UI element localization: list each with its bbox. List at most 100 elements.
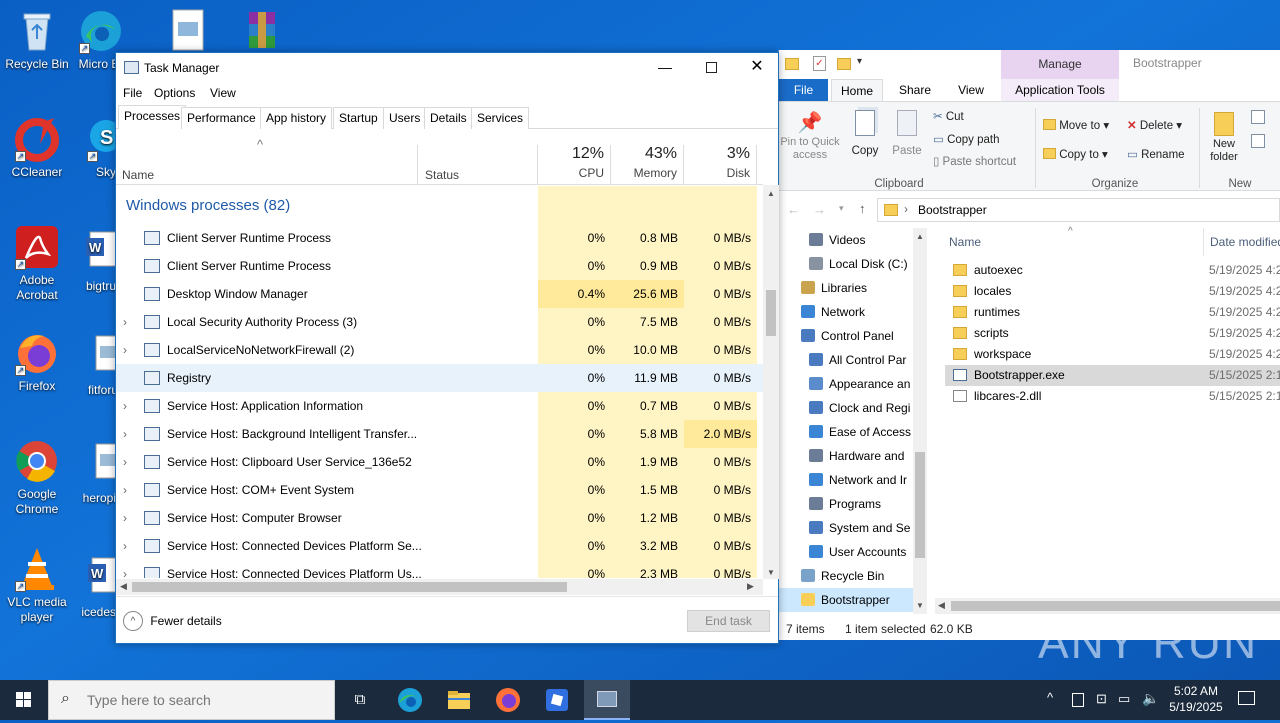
file-row[interactable]: locales 5/19/2025 4:2 (945, 281, 1280, 302)
column-header-date[interactable]: Date modified (1210, 235, 1280, 249)
desktop-icon-chrome[interactable]: Google Chrome (1, 438, 73, 517)
copy-button[interactable]: Copy (845, 110, 885, 157)
column-header-disk[interactable]: 3% Disk (684, 145, 757, 185)
process-row[interactable]: › Service Host: Connected Devices Platfor… (116, 560, 763, 578)
process-row[interactable]: › Service Host: Application Information 0%… (116, 392, 763, 420)
search-box[interactable]: ⌕ (48, 680, 335, 720)
desktop-icon-vlc[interactable]: ↗ VLC media player (1, 546, 73, 625)
task-manager-taskbar-button[interactable] (584, 680, 630, 720)
desktop-icon-bigtru[interactable]: W bigtru (78, 230, 116, 294)
expand-chevron-icon[interactable]: › (123, 560, 127, 578)
files-scroll-thumb[interactable] (951, 601, 1280, 611)
easy-access-icon[interactable] (1251, 134, 1265, 148)
tab-performance[interactable]: Performance (181, 107, 262, 129)
file-row[interactable]: autoexec 5/19/2025 4:2 (945, 260, 1280, 281)
menu-view[interactable]: View (210, 83, 236, 103)
expand-chevron-icon[interactable]: › (123, 308, 127, 336)
device-icon[interactable]: ⊡ (1096, 691, 1107, 707)
expand-chevron-icon[interactable]: › (123, 420, 127, 448)
column-header-cpu[interactable]: 12% CPU (538, 145, 611, 185)
network-icon[interactable]: ▭ (1118, 691, 1130, 707)
expand-chevron-icon[interactable]: › (123, 392, 127, 420)
move-to-button[interactable]: Move to ▾ (1043, 118, 1109, 132)
process-row[interactable]: › Service Host: Background Intelligent Tr… (116, 420, 763, 448)
search-input[interactable] (87, 690, 317, 710)
process-row[interactable]: Registry 0% 11.9 MB 0 MB/s (116, 364, 763, 392)
battery-icon[interactable] (1072, 693, 1084, 707)
address-bar[interactable]: › Bootstrapper (877, 198, 1280, 222)
expand-chevron-icon[interactable]: › (123, 476, 127, 504)
tab-home[interactable]: Home (831, 79, 883, 101)
recent-locations-icon[interactable]: ▾ (839, 203, 844, 214)
file-row[interactable]: scripts 5/19/2025 4:2 (945, 323, 1280, 344)
expand-chevron-icon[interactable]: › (123, 504, 127, 532)
file-row[interactable]: libcares-2.dll 5/15/2025 2:1 (945, 386, 1280, 407)
desktop-icon-recycle-bin[interactable]: Recycle Bin (1, 8, 73, 72)
customize-quick-access-icon[interactable]: ▾ (857, 56, 862, 67)
maximize-button[interactable] (688, 55, 734, 81)
up-icon[interactable]: ↑ (859, 201, 866, 216)
desktop-icon-winrar[interactable] (226, 8, 298, 57)
desktop-icon-firefox[interactable]: ↗ Firefox (1, 330, 73, 394)
new-folder-button[interactable]: New folder (1203, 110, 1245, 164)
tab-startup[interactable]: Startup (333, 107, 384, 129)
minimize-button[interactable]: — (642, 55, 688, 81)
scroll-thumb[interactable] (766, 290, 776, 336)
file-explorer-taskbar-icon[interactable] (445, 686, 473, 714)
pin-quick-access-button[interactable]: 📌 Pin to Quick access (779, 110, 841, 162)
cut-button[interactable]: ✂ Cut (933, 109, 964, 123)
paste-button[interactable]: Paste (887, 110, 927, 157)
desktop-icon-acrobat[interactable]: ↗ Adobe Acrobat (1, 224, 73, 303)
desktop-icon-ccleaner[interactable]: ↗ CCleaner (1, 116, 73, 180)
column-header-name[interactable]: Name (116, 145, 418, 185)
clock[interactable]: 5:02 AM 5/19/2025 (1164, 683, 1228, 715)
process-row[interactable]: › LocalServiceNoNetworkFirewall (2) 0% 10.0… (116, 336, 763, 364)
horizontal-scrollbar[interactable]: ◀ ▶ (116, 579, 763, 595)
file-row[interactable]: Bootstrapper.exe 5/15/2025 2:1 (945, 365, 1280, 386)
task-view-button[interactable]: ⧉ (345, 680, 375, 720)
delete-button[interactable]: ✕ Delete ▾ (1127, 118, 1182, 132)
process-row[interactable]: Client Server Runtime Process 0% 0.9 MB 0 M… (116, 252, 763, 280)
rename-button[interactable]: ▭ Rename (1127, 147, 1185, 161)
forward-icon[interactable]: → (813, 202, 826, 217)
roblox-taskbar-icon[interactable] (543, 686, 571, 714)
column-header-memory[interactable]: 43% Memory (611, 145, 684, 185)
process-row[interactable]: Client Server Runtime Process 0% 0.8 MB 0 M… (116, 224, 763, 252)
show-hidden-icons-icon[interactable]: ^ (1047, 690, 1053, 705)
tab-file[interactable]: File (779, 79, 828, 101)
paste-shortcut-button[interactable]: ▯ Paste shortcut (933, 154, 1016, 168)
tab-view[interactable]: View (945, 79, 997, 101)
desktop-icon-file[interactable] (152, 8, 224, 57)
expand-chevron-icon[interactable]: › (123, 336, 127, 364)
tab-details[interactable]: Details (424, 107, 473, 129)
desktop-icon-fitforu[interactable]: fitforu (78, 334, 118, 398)
tab-users[interactable]: Users (383, 107, 427, 129)
file-row[interactable]: workspace 5/19/2025 4:2 (945, 344, 1280, 365)
notifications-icon[interactable] (1238, 691, 1255, 705)
menu-options[interactable]: Options (154, 83, 195, 103)
expand-chevron-icon[interactable]: › (123, 448, 127, 476)
desktop-icon-heropi[interactable]: heropi (78, 442, 116, 506)
back-icon[interactable]: ← (787, 202, 800, 217)
new-item-icon[interactable] (1251, 110, 1265, 124)
fewer-details-button[interactable]: ^ Fewer details (123, 610, 222, 632)
process-row[interactable]: › Service Host: COM+ Event System 0% 1.5 MB… (116, 476, 763, 504)
volume-icon[interactable]: 🔈 (1142, 690, 1159, 707)
file-row[interactable]: runtimes 5/19/2025 4:2 (945, 302, 1280, 323)
copy-to-button[interactable]: Copy to ▾ (1043, 147, 1108, 161)
vertical-scrollbar[interactable]: ▲ ▼ (763, 185, 779, 579)
desktop-icon-icedes[interactable]: W icedes (78, 556, 116, 620)
column-header-name[interactable]: Name (949, 235, 981, 249)
process-row[interactable]: › Local Security Authority Process (3) 0% 7… (116, 308, 763, 336)
group-header-row[interactable]: Windows processes (82) (116, 186, 763, 224)
start-button[interactable] (0, 680, 48, 720)
process-row[interactable]: › Service Host: Connected Devices Platfor… (116, 532, 763, 560)
menu-file[interactable]: File (123, 83, 142, 103)
tab-processes[interactable]: Processes (118, 105, 187, 129)
tab-services[interactable]: Services (471, 107, 530, 129)
copy-path-button[interactable]: ▭ Copy path (933, 132, 1000, 146)
column-header-status[interactable]: Status (418, 145, 538, 185)
tab-app-history[interactable]: App history (260, 107, 333, 129)
expand-chevron-icon[interactable]: › (123, 532, 127, 560)
h-scroll-thumb[interactable] (132, 582, 567, 592)
